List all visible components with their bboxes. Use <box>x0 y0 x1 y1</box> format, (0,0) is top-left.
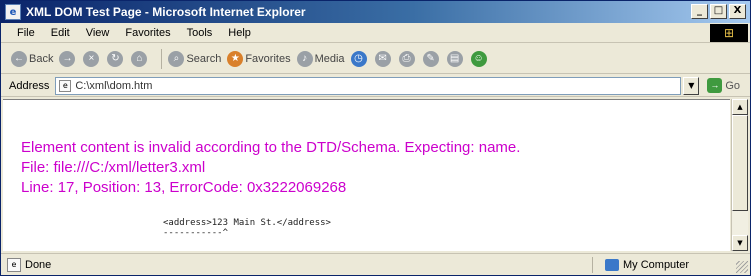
back-button[interactable]: ← Back <box>11 50 54 67</box>
address-bar: Address e C:\xml\dom.htm ▼ → Go <box>1 75 750 97</box>
scroll-up-button[interactable]: ▲ <box>732 99 748 115</box>
forward-arrow-icon: → <box>59 50 76 67</box>
menu-help[interactable]: Help <box>220 27 259 39</box>
error-file: File: file:///C:/xml/letter3.xml <box>21 159 206 176</box>
mail-button[interactable]: ✉ <box>374 50 393 67</box>
address-value: C:\xml\dom.htm <box>75 79 153 92</box>
menu-file[interactable]: File <box>9 27 43 39</box>
history-button[interactable]: ◷ <box>350 50 369 67</box>
stop-button[interactable]: × <box>83 50 101 67</box>
toolbar: ← Back → × ↻ ⌂ ⌕ Search ★ Favorites ♪ Me… <box>1 44 750 74</box>
print-button[interactable]: ⎙ <box>398 50 417 67</box>
address-dropdown-button[interactable]: ▼ <box>683 76 700 95</box>
title-bar[interactable]: e XML DOM Test Page - Microsoft Internet… <box>1 1 750 23</box>
chevron-down-icon: ▼ <box>688 80 695 90</box>
page-done-icon: e <box>7 257 21 272</box>
error-position: Line: 17, Position: 13, ErrorCode: 0x322… <box>21 179 347 196</box>
mail-icon: ✉ <box>374 50 391 67</box>
refresh-button[interactable]: ↻ <box>107 50 125 67</box>
go-arrow-icon: → <box>707 78 723 93</box>
menu-bar: File Edit View Favorites Tools Help <box>1 23 750 43</box>
resize-grip[interactable] <box>736 261 748 273</box>
go-label: Go <box>725 79 741 92</box>
menu-tools[interactable]: Tools <box>179 27 221 39</box>
address-label: Address <box>9 79 50 92</box>
refresh-icon: ↻ <box>107 50 124 67</box>
edit-button[interactable]: ✎ <box>422 50 441 67</box>
vertical-scrollbar[interactable]: ▲ ▼ <box>731 99 748 251</box>
discuss-icon: ▤ <box>446 50 463 67</box>
edit-icon: ✎ <box>422 50 439 67</box>
toolbar-separator <box>161 48 163 69</box>
media-label: Media <box>314 52 345 65</box>
favorites-button[interactable]: ★ Favorites <box>227 50 291 67</box>
close-button[interactable]: X <box>729 4 746 19</box>
media-button[interactable]: ♪ Media <box>296 50 345 67</box>
favorites-label: Favorites <box>245 52 291 65</box>
search-icon: ⌕ <box>168 50 185 67</box>
menu-view[interactable]: View <box>78 27 118 39</box>
window-title: XML DOM Test Page - Microsoft Internet E… <box>26 5 306 19</box>
messenger-icon: ☺ <box>470 50 487 67</box>
messenger-button[interactable]: ☺ <box>470 50 489 67</box>
forward-button[interactable]: → <box>59 50 77 67</box>
menu-favorites[interactable]: Favorites <box>117 27 178 39</box>
status-bar: e Done My Computer <box>1 253 750 275</box>
status-text: Done <box>25 258 52 271</box>
search-label: Search <box>186 52 222 65</box>
minimize-button[interactable]: _ <box>691 4 708 19</box>
page-icon: e <box>59 79 72 92</box>
maximize-button[interactable]: □ <box>710 4 727 19</box>
scroll-thumb[interactable] <box>732 115 748 211</box>
menu-edit[interactable]: Edit <box>43 27 78 39</box>
scroll-down-button[interactable]: ▼ <box>732 235 748 251</box>
address-input[interactable]: e C:\xml\dom.htm <box>55 76 682 95</box>
back-arrow-icon: ← <box>11 50 27 67</box>
back-label: Back <box>29 52 54 65</box>
search-button[interactable]: ⌕ Search <box>168 50 222 67</box>
error-source-line: <address>123 Main St.</address> --------… <box>163 218 331 238</box>
error-message: Element content is invalid according to … <box>21 139 521 156</box>
history-icon: ◷ <box>350 50 367 67</box>
home-icon: ⌂ <box>131 50 148 67</box>
browser-window: e XML DOM Test Page - Microsoft Internet… <box>0 0 751 276</box>
media-icon: ♪ <box>296 50 313 67</box>
printer-icon: ⎙ <box>398 50 415 67</box>
go-button[interactable]: → Go <box>707 78 740 93</box>
windows-logo-icon: ⊞ <box>710 24 748 42</box>
stop-icon: × <box>83 50 100 67</box>
window-controls: _ □ X <box>691 4 746 19</box>
zone-text: My Computer <box>623 259 690 271</box>
home-button[interactable]: ⌂ <box>131 50 149 67</box>
security-zone: My Computer <box>592 257 732 273</box>
ie-logo-icon: e <box>5 4 21 20</box>
star-icon: ★ <box>227 50 244 67</box>
discuss-button[interactable]: ▤ <box>446 50 465 67</box>
page-content: Element content is invalid according to … <box>3 99 730 251</box>
computer-icon <box>605 259 619 271</box>
